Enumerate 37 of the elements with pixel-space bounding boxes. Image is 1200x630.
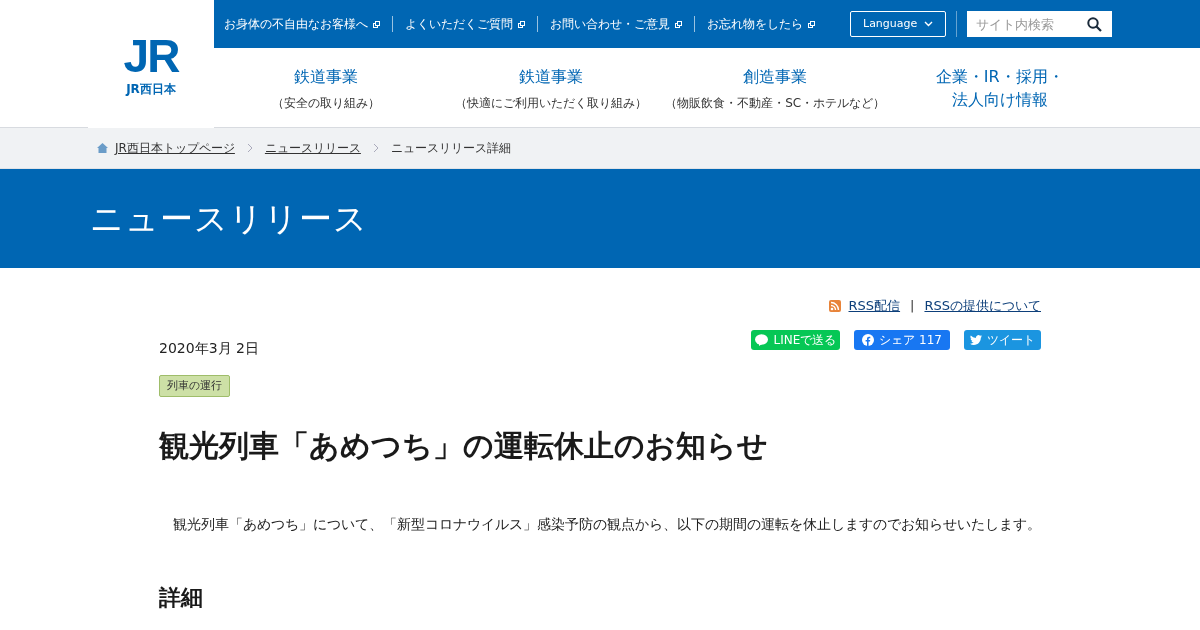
language-dropdown[interactable]: Language	[850, 11, 946, 37]
page-title: ニュースリリース	[90, 198, 368, 239]
external-window-icon	[808, 20, 815, 28]
main-nav-item[interactable]: 企業・IR・採用・ 法人向け情報	[887, 48, 1112, 128]
breadcrumb-link[interactable]: JR西日本トップページ	[115, 139, 235, 157]
utility-link[interactable]: よくいただくご質問	[405, 15, 525, 33]
breadcrumb-current: ニュースリリース詳細	[390, 140, 511, 157]
speech-bubble-icon	[755, 333, 769, 346]
breadcrumb-link[interactable]: ニュースリリース	[264, 139, 361, 157]
search-icon[interactable]	[1087, 17, 1102, 32]
rss-link[interactable]: RSS配信	[848, 296, 901, 316]
home-icon	[97, 143, 108, 153]
twitter-share-button[interactable]: ツイート	[964, 329, 1041, 350]
search-field[interactable]: サイト内検索	[967, 11, 1112, 37]
chevron-down-icon	[924, 21, 933, 27]
main-nav-item[interactable]: 鉄道事業 （快適にご利用いただく取り組み）	[438, 48, 663, 128]
main-nav-item[interactable]: 鉄道事業 （安全の取り組み）	[214, 48, 439, 128]
utility-link[interactable]: お身体の不自由なお客様へ	[224, 15, 380, 33]
external-window-icon	[518, 20, 525, 28]
publish-date: 2020年3月 2日	[159, 338, 259, 358]
utility-link[interactable]: お問い合わせ・ご意見	[550, 15, 682, 33]
external-window-icon	[675, 20, 682, 28]
section-heading: 詳細	[159, 584, 204, 612]
article-body: 観光列車「あめつち」について、「新型コロナウイルス」感染予防の観点から、以下の期間の運転を休止しますのでお知らせいたします。	[172, 515, 1041, 534]
chevron-right-icon	[372, 143, 379, 153]
facebook-share-button[interactable]: シェア 117	[854, 329, 950, 350]
rss-link[interactable]: RSSの提供について	[924, 296, 1041, 316]
main-nav-item[interactable]: 創造事業 （物販飲食・不動産・SC・ホテルなど）	[663, 48, 888, 128]
utility-link[interactable]: お忘れ物をしたら	[707, 15, 815, 33]
article-headline: 観光列車「あめつち」の運転休止のお知らせ	[159, 428, 769, 464]
external-window-icon	[373, 20, 380, 28]
chevron-right-icon	[246, 143, 253, 153]
bird-icon	[970, 334, 982, 345]
rss-icon	[828, 299, 841, 312]
category-tag: 列車の運行	[159, 374, 230, 397]
facebook-icon	[862, 333, 875, 346]
separator: |	[910, 297, 915, 315]
